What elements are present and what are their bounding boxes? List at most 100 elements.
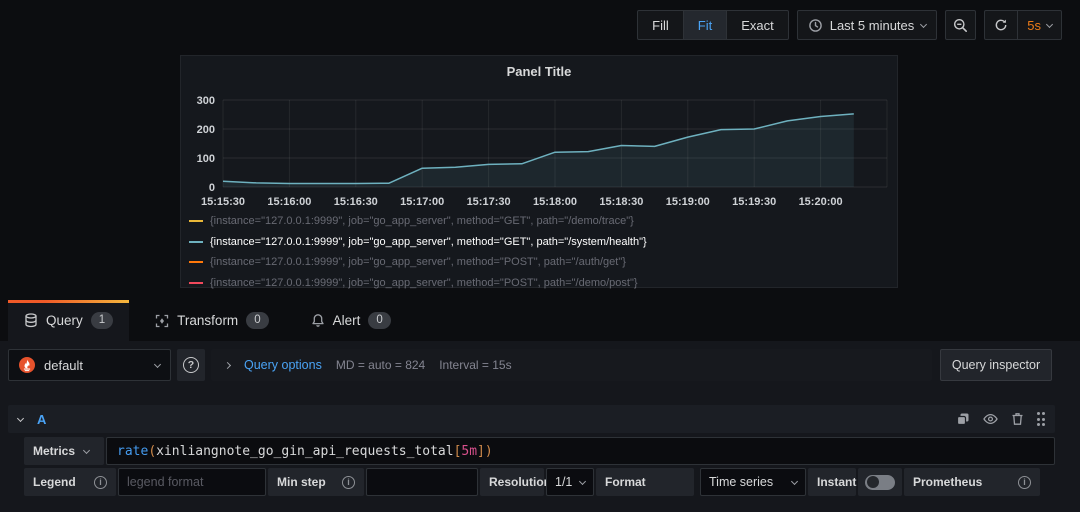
svg-text:15:18:00: 15:18:00 xyxy=(533,196,577,208)
chevron-down-icon xyxy=(920,20,927,27)
promql-query-input[interactable]: rate(xinliangnote_go_gin_api_requests_to… xyxy=(106,437,1055,465)
exact-button[interactable]: Exact xyxy=(726,11,788,39)
editor-tabbar: Query 1 Transform 0 Alert 0 xyxy=(0,300,1080,341)
legend-item[interactable]: {instance="127.0.0.1:9999", job="go_app_… xyxy=(189,232,889,253)
transform-icon xyxy=(155,314,169,328)
legend-series-label: {instance="127.0.0.1:9999", job="go_app_… xyxy=(210,256,626,268)
refresh-button[interactable] xyxy=(985,11,1017,39)
format-label: Format xyxy=(605,475,646,489)
top-toolbar: Fill Fit Exact Last 5 minutes 5s xyxy=(637,10,1062,40)
query-options-bar: Query options MD = auto = 824 Interval =… xyxy=(211,349,932,381)
max-datapoints-text: MD = auto = 824 xyxy=(336,358,425,372)
instant-label: Instant xyxy=(817,475,856,489)
info-icon[interactable]: i xyxy=(342,476,355,489)
format-value: Time series xyxy=(709,475,773,489)
chevron-right-icon xyxy=(224,361,231,368)
svg-text:15:17:30: 15:17:30 xyxy=(467,196,511,208)
svg-text:15:18:30: 15:18:30 xyxy=(599,196,643,208)
svg-text:15:16:00: 15:16:00 xyxy=(267,196,311,208)
chevron-down-icon xyxy=(154,360,161,367)
tab-transform[interactable]: Transform 0 xyxy=(139,300,284,341)
query-options-toggle[interactable]: Query options xyxy=(244,358,322,372)
legend-label: Legend xyxy=(33,475,76,489)
info-icon[interactable]: i xyxy=(1018,476,1031,489)
instant-label-box: Instant xyxy=(808,468,856,496)
legend-format-input[interactable]: legend format xyxy=(118,468,266,496)
min-step-label-box: Min step i xyxy=(268,468,364,496)
panel-title: Panel Title xyxy=(181,56,897,79)
trash-icon[interactable] xyxy=(1011,412,1024,426)
interval-text: Interval = 15s xyxy=(439,358,511,372)
refresh-interval-label: 5s xyxy=(1027,18,1041,33)
format-label-box: Format xyxy=(596,468,694,496)
clock-icon xyxy=(808,18,823,33)
datasource-name: default xyxy=(44,358,83,373)
query-inspector-button[interactable]: Query inspector xyxy=(940,349,1052,381)
collapse-chevron-icon[interactable] xyxy=(17,414,24,421)
instant-toggle-box xyxy=(858,468,902,496)
legend-series-color xyxy=(189,282,203,284)
chevron-down-icon xyxy=(1046,20,1053,27)
legend-series-label: {instance="127.0.0.1:9999", job="go_app_… xyxy=(210,236,647,248)
tab-alert-label: Alert xyxy=(333,313,361,328)
resolution-select[interactable]: 1/1 xyxy=(546,468,594,496)
tab-alert-badge: 0 xyxy=(368,312,390,329)
refresh-picker: 5s xyxy=(984,10,1062,40)
tab-query[interactable]: Query 1 xyxy=(8,300,129,341)
legend-format-placeholder: legend format xyxy=(127,475,203,489)
promql-token-paren: [ xyxy=(454,444,462,459)
copy-icon[interactable] xyxy=(956,412,970,426)
tab-transform-badge: 0 xyxy=(246,312,268,329)
svg-text:300: 300 xyxy=(197,95,215,107)
datasource-footer-label: Prometheus xyxy=(913,475,982,489)
time-series-chart[interactable]: 010020030015:15:3015:16:0015:16:3015:17:… xyxy=(181,80,899,220)
legend-label-box: Legend i xyxy=(24,468,116,496)
format-select[interactable]: Time series xyxy=(700,468,806,496)
chevron-down-icon xyxy=(83,446,90,453)
fill-button[interactable]: Fill xyxy=(638,11,683,39)
min-step-input[interactable] xyxy=(366,468,478,496)
legend-series-label: {instance="127.0.0.1:9999", job="go_app_… xyxy=(210,277,638,289)
query-editor-section: default ? Query options MD = auto = 824 … xyxy=(0,341,1080,512)
tab-query-label: Query xyxy=(46,313,83,328)
svg-text:15:19:00: 15:19:00 xyxy=(666,196,710,208)
eye-icon[interactable] xyxy=(983,413,998,425)
legend-item[interactable]: {instance="127.0.0.1:9999", job="go_app_… xyxy=(189,252,889,273)
datasource-footer-box: Prometheus i xyxy=(904,468,1040,496)
panel-size-mode-group: Fill Fit Exact xyxy=(637,10,789,40)
svg-text:200: 200 xyxy=(197,124,215,136)
promql-token-metric: xinliangnote_go_gin_api_requests_total xyxy=(156,444,453,459)
legend-series-color xyxy=(189,261,203,263)
resolution-value: 1/1 xyxy=(555,475,572,489)
datasource-picker[interactable]: default xyxy=(8,349,171,381)
legend-item[interactable]: {instance="127.0.0.1:9999", job="go_app_… xyxy=(189,211,889,232)
svg-text:15:19:30: 15:19:30 xyxy=(732,196,776,208)
svg-text:15:17:00: 15:17:00 xyxy=(400,196,444,208)
datasource-help-button[interactable]: ? xyxy=(177,349,205,381)
help-icon: ? xyxy=(183,357,199,373)
promql-token-paren: ( xyxy=(148,444,156,459)
refresh-icon xyxy=(994,18,1008,32)
tab-alert[interactable]: Alert 0 xyxy=(295,300,407,341)
prometheus-flame-icon xyxy=(19,357,35,373)
fit-button[interactable]: Fit xyxy=(683,11,726,39)
promql-token-function: rate xyxy=(117,444,148,459)
chevron-down-icon xyxy=(579,477,586,484)
time-range-picker[interactable]: Last 5 minutes xyxy=(797,10,938,40)
refresh-interval-button[interactable]: 5s xyxy=(1017,11,1061,39)
svg-text:15:15:30: 15:15:30 xyxy=(201,196,245,208)
legend-item[interactable]: {instance="127.0.0.1:9999", job="go_app_… xyxy=(189,273,889,294)
zoom-out-icon xyxy=(953,18,968,33)
drag-handle-icon[interactable] xyxy=(1037,412,1046,426)
metrics-dropdown-button[interactable]: Metrics xyxy=(24,437,104,465)
svg-text:100: 100 xyxy=(197,153,215,165)
chart-legend: {instance="127.0.0.1:9999", job="go_app_… xyxy=(189,211,889,293)
zoom-out-button[interactable] xyxy=(945,10,976,40)
instant-toggle[interactable] xyxy=(865,475,895,490)
info-icon[interactable]: i xyxy=(94,476,107,489)
query-row-header[interactable]: A xyxy=(8,405,1055,433)
resolution-label-box: Resolution xyxy=(480,468,544,496)
query-options-row: Legend i legend format Min step i Resolu… xyxy=(24,468,1056,496)
svg-text:15:16:30: 15:16:30 xyxy=(334,196,378,208)
legend-series-label: {instance="127.0.0.1:9999", job="go_app_… xyxy=(210,215,634,227)
